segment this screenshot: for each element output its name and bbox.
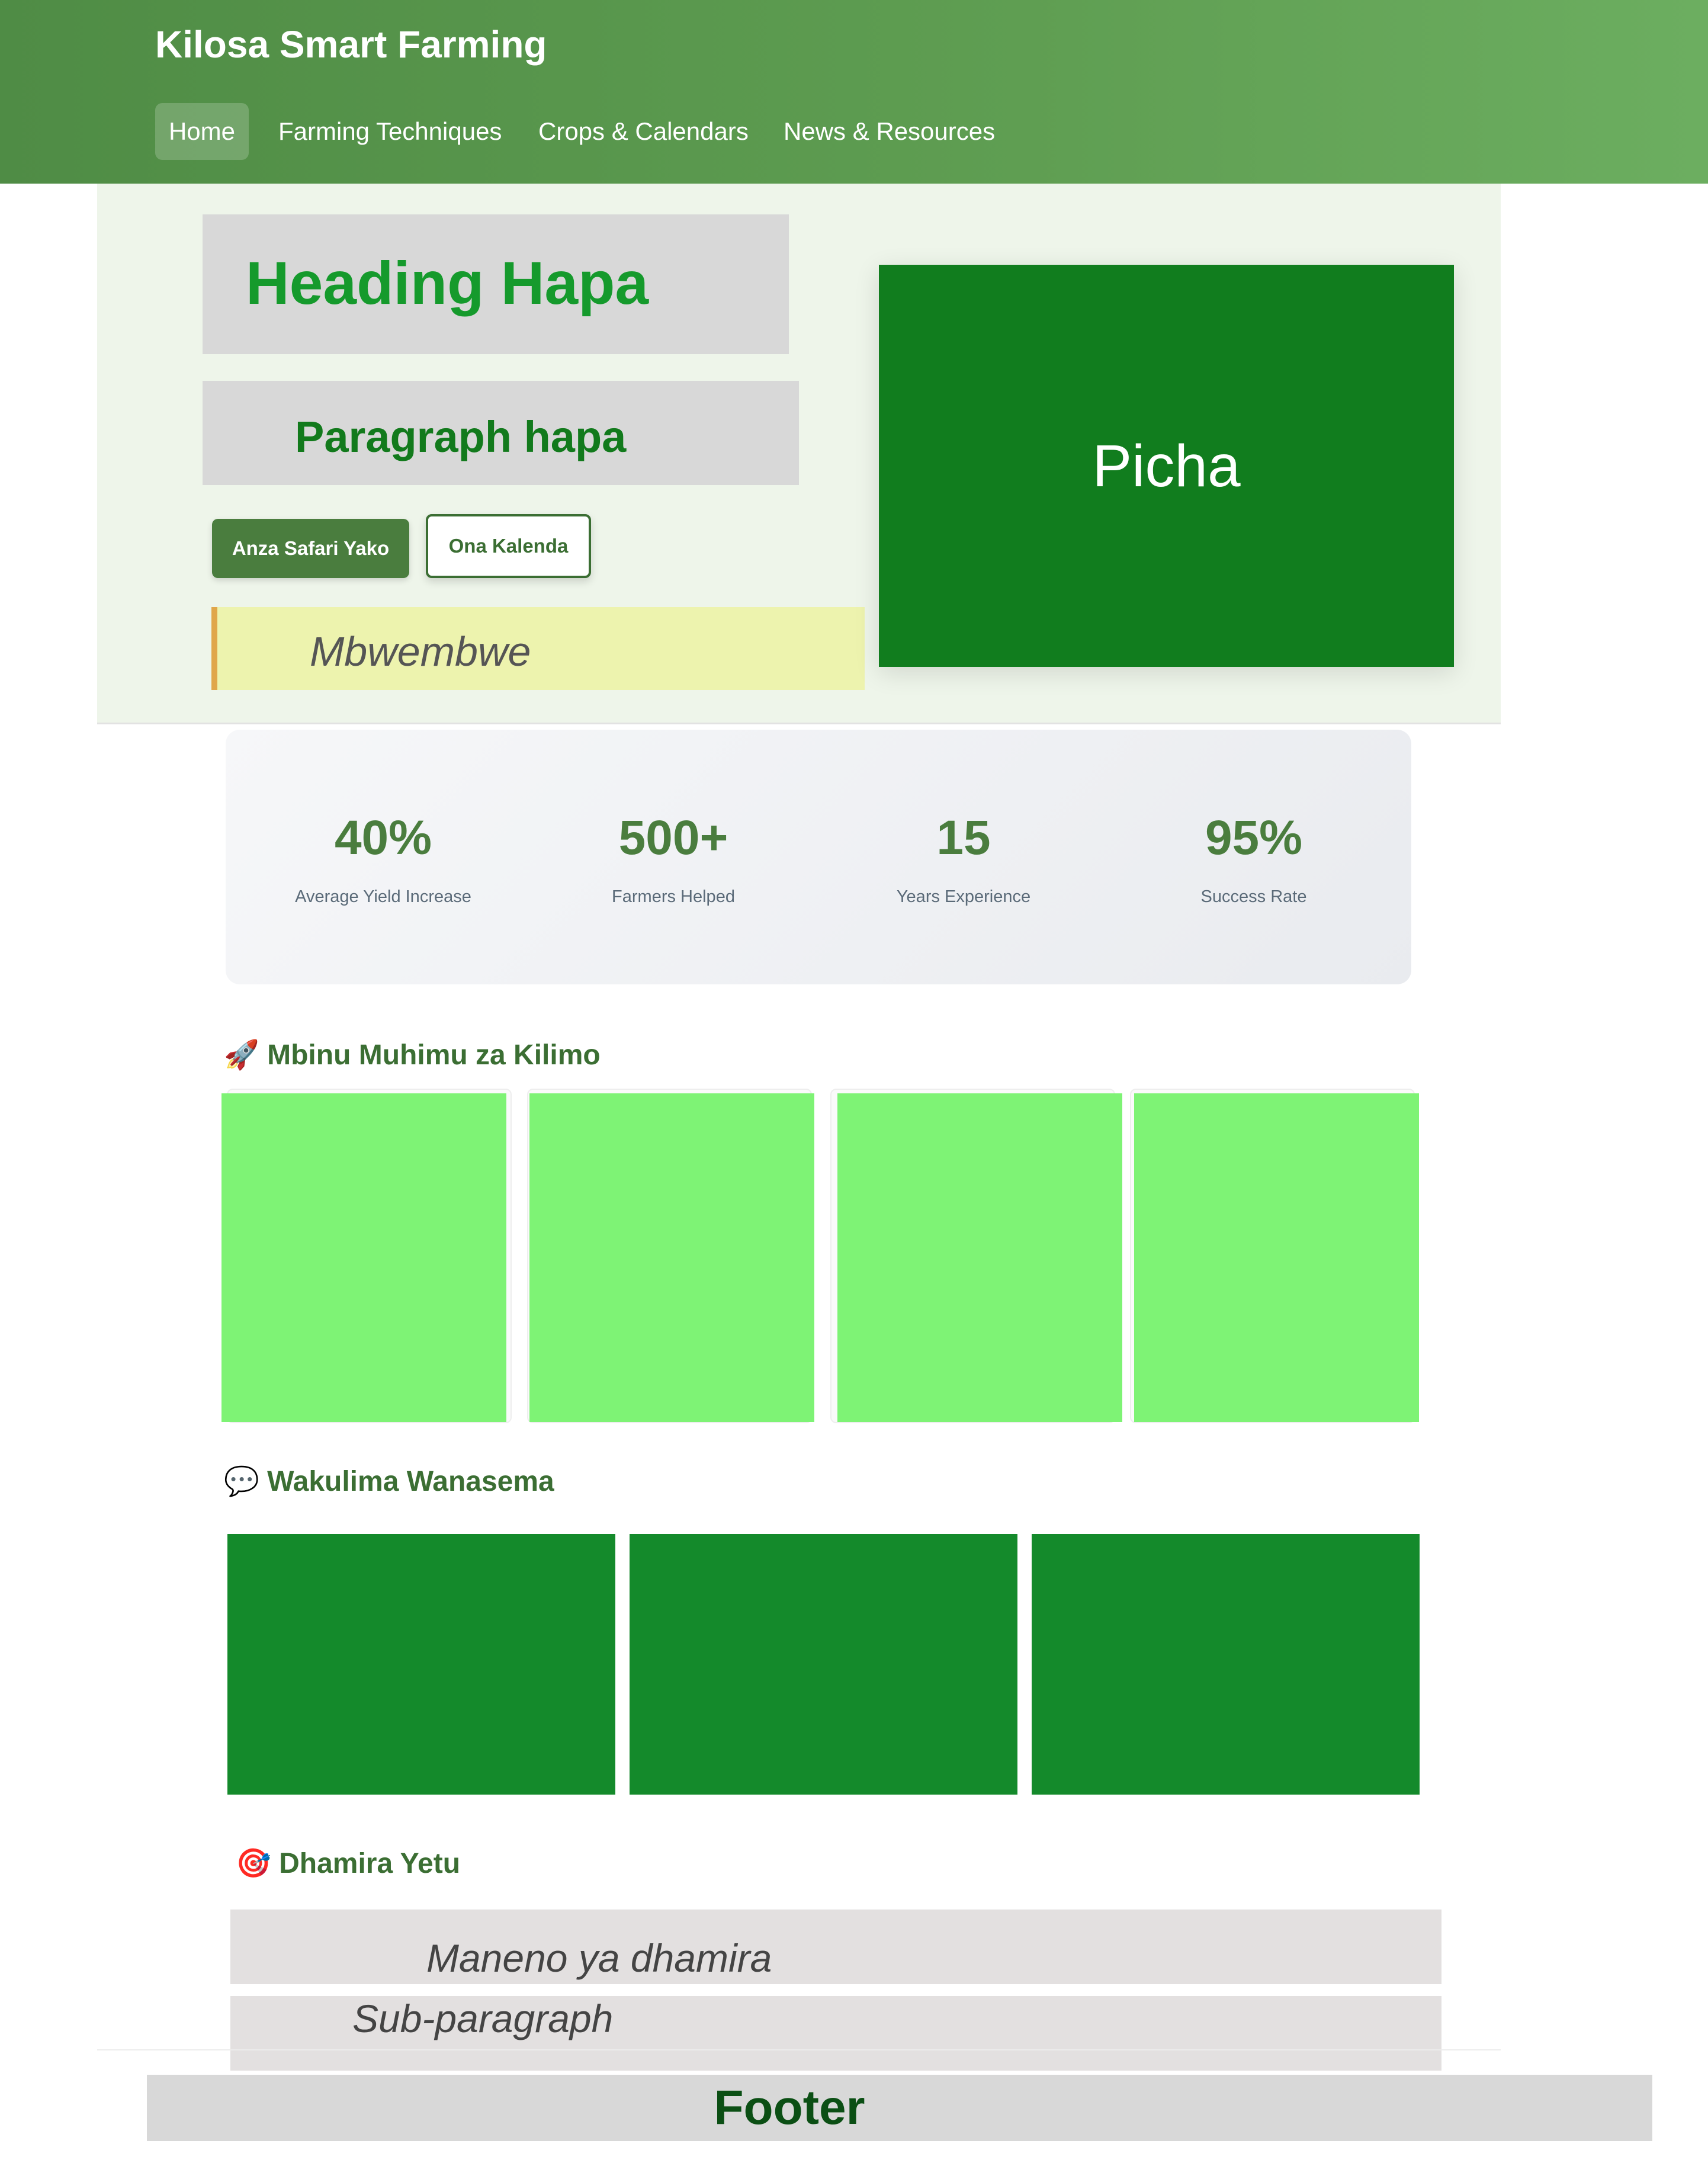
stat-label: Average Yield Increase — [295, 887, 471, 906]
feature-card[interactable] — [1134, 1093, 1419, 1422]
stat-value: 40% — [334, 811, 432, 865]
mission-statement: Maneno ya dhamira — [426, 1936, 772, 1980]
nav-item-farming-techniques[interactable]: Farming Techniques — [278, 103, 502, 160]
feature-card[interactable] — [221, 1093, 506, 1422]
nav-item-news-resources[interactable]: News & Resources — [784, 103, 995, 160]
testimonial-card[interactable] — [227, 1534, 615, 1795]
features-heading: 🚀 Mbinu Muhimu za Kilimo — [224, 1038, 601, 1071]
hero-image-label: Picha — [1092, 433, 1241, 499]
mission-heading: 🎯 Dhamira Yetu — [236, 1846, 460, 1880]
target-icon: 🎯 — [236, 1848, 271, 1879]
hero-quote: Mbwembwe — [310, 628, 531, 675]
site-title[interactable]: Kilosa Smart Farming — [155, 23, 547, 66]
stat-label: Farmers Helped — [612, 887, 735, 906]
speech-bubble-icon: 💬 — [224, 1466, 259, 1497]
nav-item-home[interactable]: Home — [155, 103, 249, 160]
stat-value: 15 — [936, 811, 991, 865]
footer-label: Footer — [714, 2081, 865, 2135]
rocket-icon: 🚀 — [224, 1039, 259, 1071]
feature-card[interactable] — [837, 1093, 1122, 1422]
mission-subparagraph: Sub-paragraph — [352, 1997, 614, 2040]
nav-item-crops-calendars[interactable]: Crops & Calendars — [538, 103, 749, 160]
start-journey-button[interactable]: Anza Safari Yako — [212, 519, 409, 578]
testimonial-card[interactable] — [630, 1534, 1017, 1795]
mission-title: Dhamira Yetu — [279, 1848, 461, 1879]
stat-value: 500+ — [618, 811, 728, 865]
testimonial-card[interactable] — [1032, 1534, 1420, 1795]
stat-label: Success Rate — [1200, 887, 1307, 906]
features-title: Mbinu Muhimu za Kilimo — [267, 1039, 601, 1071]
stat-label: Years Experience — [896, 887, 1031, 906]
footer-divider — [97, 2049, 1501, 2050]
view-calendar-button[interactable]: Ona Kalenda — [426, 514, 591, 578]
feature-card[interactable] — [529, 1093, 814, 1422]
testimonials-heading: 💬 Wakulima Wanasema — [224, 1464, 554, 1498]
stat-value: 95% — [1205, 811, 1303, 865]
mission-statement-box — [230, 1910, 1441, 1984]
hero-heading: Heading Hapa — [246, 249, 649, 317]
testimonials-title: Wakulima Wanasema — [267, 1466, 554, 1497]
hero-paragraph: Paragraph hapa — [295, 412, 627, 461]
